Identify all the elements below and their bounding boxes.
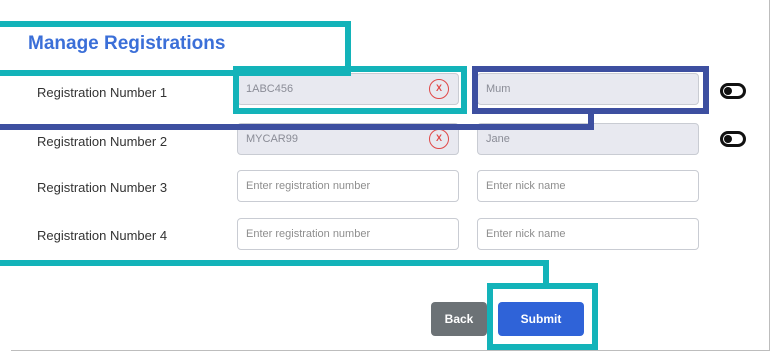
nickname-3-input[interactable]: Enter nick name <box>477 170 699 202</box>
submit-button[interactable]: Submit <box>498 302 584 336</box>
registration-number-1-input[interactable]: 1ABC456 <box>237 73 459 105</box>
clear-registration-1-icon[interactable]: X <box>429 79 449 99</box>
row-label-3: Registration Number 3 <box>37 180 168 195</box>
back-button[interactable]: Back <box>431 302 487 336</box>
nickname-2-input[interactable]: Jane <box>477 123 699 155</box>
registration-number-3-input[interactable]: Enter registration number <box>237 170 459 202</box>
nickname-4-input[interactable]: Enter nick name <box>477 218 699 250</box>
registration-number-4-input[interactable]: Enter registration number <box>237 218 459 250</box>
clear-registration-2-icon[interactable]: X <box>429 129 449 149</box>
nickname-1-input[interactable]: Mum <box>477 73 699 105</box>
registration-number-2-input[interactable]: MYCAR99 <box>237 123 459 155</box>
row-1-toggle-icon[interactable] <box>720 83 746 99</box>
page-title: Manage Registrations <box>28 33 226 54</box>
row-label-1: Registration Number 1 <box>37 85 168 100</box>
row-label-4: Registration Number 4 <box>37 228 168 243</box>
row-label-2: Registration Number 2 <box>37 134 168 149</box>
row-2-toggle-icon[interactable] <box>720 131 746 147</box>
